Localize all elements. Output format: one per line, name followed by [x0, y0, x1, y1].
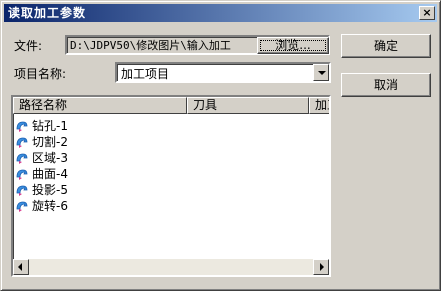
list-item-label: 旋转-6 [32, 199, 68, 213]
project-name-label: 项目名称: [14, 67, 67, 81]
arrow-left-icon [18, 263, 22, 271]
scroll-right-button[interactable] [313, 259, 329, 275]
column-header-path-name[interactable]: 路径名称 [13, 97, 187, 114]
cancel-button[interactable]: 取消 [341, 73, 431, 97]
toolpath-icon [16, 185, 28, 196]
list-item-label: 曲面-4 [32, 167, 68, 181]
list-item-label: 投影-5 [32, 183, 68, 197]
arrow-right-icon [320, 263, 324, 271]
browse-button[interactable]: 浏览... [257, 37, 329, 54]
toolpath-icon [16, 121, 28, 132]
project-name-value: 加工项目 [121, 67, 170, 81]
title-bar[interactable]: 读取加工参数 × [4, 4, 437, 22]
list-item-label: 区域-3 [32, 151, 68, 165]
ok-button[interactable]: 确定 [341, 34, 431, 58]
file-label: 文件: [14, 39, 43, 53]
scroll-left-button[interactable] [13, 259, 29, 275]
column-header-tool[interactable]: 刀具 [187, 97, 309, 114]
horizontal-scrollbar[interactable] [13, 259, 329, 275]
toolpath-icon [16, 137, 28, 148]
toolpath-icon [16, 153, 28, 164]
list-item-label: 切割-2 [32, 135, 68, 149]
dialog-title: 读取加工参数 [8, 6, 87, 20]
list-item-label: 钻孔-1 [32, 119, 68, 133]
project-name-select[interactable]: 加工项目 [115, 62, 331, 83]
file-path-text: D:\JDPV50\修改图片\输入加工 [70, 39, 231, 52]
read-params-dialog: 读取加工参数 × 文件: D:\JDPV50\修改图片\输入加工 浏览... 项… [0, 0, 441, 291]
chevron-down-icon [318, 71, 326, 75]
close-button[interactable]: × [419, 6, 435, 20]
path-list[interactable]: 路径名称 刀具 加工 钻孔-1 切割-2 区域-3 [11, 95, 331, 277]
dropdown-arrow-button[interactable] [313, 64, 329, 81]
column-header-machining[interactable]: 加工 [309, 97, 329, 114]
toolpath-icon [16, 169, 28, 180]
toolpath-icon [16, 201, 28, 212]
